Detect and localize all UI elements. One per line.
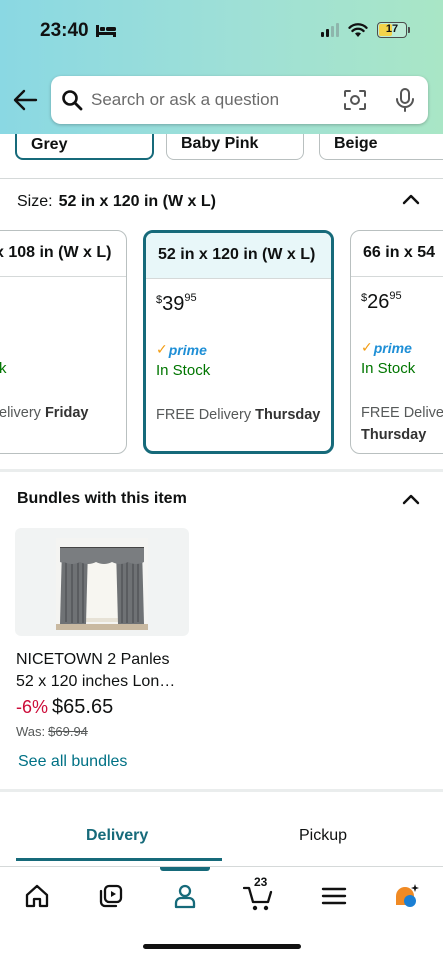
divider (0, 178, 443, 179)
cellular-signal-icon (321, 23, 339, 37)
search-icon (62, 90, 83, 111)
rufus-assistant-icon[interactable] (392, 882, 420, 910)
size-card[interactable]: 66 in x 54 $2695 ✓ prime In Stock FREE De… (350, 230, 443, 454)
size-options-carousel[interactable]: x 108 in (W x L) k elivery Friday 52 in … (0, 230, 443, 458)
size-card-title: x 108 in (W x L) (0, 231, 126, 277)
delivery-info: FREE Delivery Thursday (156, 407, 321, 423)
prime-badge: ✓ prime (156, 341, 207, 358)
discount-percent: -6% (16, 697, 49, 717)
color-chip-label: Baby Pink (181, 135, 259, 152)
search-bar[interactable] (51, 76, 428, 124)
back-arrow-icon[interactable] (12, 88, 38, 112)
color-chip-label: Beige (334, 135, 378, 152)
prime-badge: ✓ prime (361, 339, 412, 356)
battery-icon: 17 (377, 22, 410, 38)
prime-check-icon: ✓ (156, 341, 168, 357)
color-chip-baby-pink[interactable]: Baby Pink (166, 134, 304, 160)
section-divider (0, 469, 443, 472)
active-nav-indicator (160, 867, 210, 871)
color-chip-beige[interactable]: Beige (319, 134, 443, 160)
bundle-item-name[interactable]: NICETOWN 2 Panles 52 x 120 inches Lon… (16, 649, 196, 693)
home-indicator (143, 944, 301, 949)
stock-status: In Stock (361, 360, 416, 377)
inspire-video-icon[interactable] (97, 882, 125, 910)
home-icon[interactable] (23, 882, 51, 910)
account-icon[interactable] (171, 882, 199, 910)
camera-lens-icon[interactable] (343, 89, 367, 111)
tab-delivery[interactable]: Delivery (86, 827, 148, 845)
prime-check-icon: ✓ (361, 339, 373, 355)
microphone-icon[interactable] (395, 88, 415, 112)
bundles-title[interactable]: Bundles with this item (17, 490, 187, 508)
search-input[interactable] (91, 86, 331, 114)
size-card-title: 52 in x 120 in (W x L) (146, 233, 331, 279)
stock-status: In Stock (156, 362, 211, 379)
active-tab-underline (16, 858, 222, 861)
section-divider (0, 789, 443, 792)
size-card-selected[interactable]: 52 in x 120 in (W x L) $3995 ✓ prime In S… (143, 230, 334, 454)
wifi-icon (348, 22, 368, 37)
chevron-up-icon[interactable] (402, 493, 420, 505)
see-all-bundles-link[interactable]: See all bundles (18, 753, 127, 771)
color-chip-label: Grey (31, 136, 68, 153)
header: 23:40 17 (0, 0, 443, 134)
curtain-product-image[interactable] (56, 538, 148, 630)
status-time: 23:40 (40, 20, 117, 42)
delivery-info: elivery Friday (0, 405, 89, 421)
was-price: Was: $69.94 (16, 724, 88, 739)
color-options: Grey Baby Pink Beige (0, 134, 443, 170)
color-chip-grey[interactable]: Grey (15, 134, 154, 160)
selected-size: 52 in x 120 in (W x L) (58, 193, 216, 210)
cart-icon[interactable] (243, 882, 275, 912)
delivery-info: FREE Deliver Thursday (361, 405, 443, 443)
bed-icon (95, 25, 116, 37)
stock-status: k (0, 360, 7, 377)
size-label: Size: (17, 193, 53, 210)
tab-pickup[interactable]: Pickup (299, 827, 347, 845)
menu-icon[interactable] (320, 882, 348, 910)
price: $2695 (361, 290, 402, 313)
chevron-up-icon[interactable] (402, 193, 420, 205)
battery-level: 17 (385, 23, 399, 35)
price: $3995 (156, 292, 197, 315)
bundle-price: $65.65 (52, 696, 114, 718)
size-card[interactable]: x 108 in (W x L) k elivery Friday (0, 230, 127, 454)
size-card-title: 66 in x 54 (351, 231, 443, 277)
bundle-price-row: -6% $65.65 (16, 696, 113, 719)
size-selector-header[interactable]: Size: 52 in x 120 in (W x L) (17, 193, 216, 211)
status-indicators: 17 (321, 22, 410, 38)
